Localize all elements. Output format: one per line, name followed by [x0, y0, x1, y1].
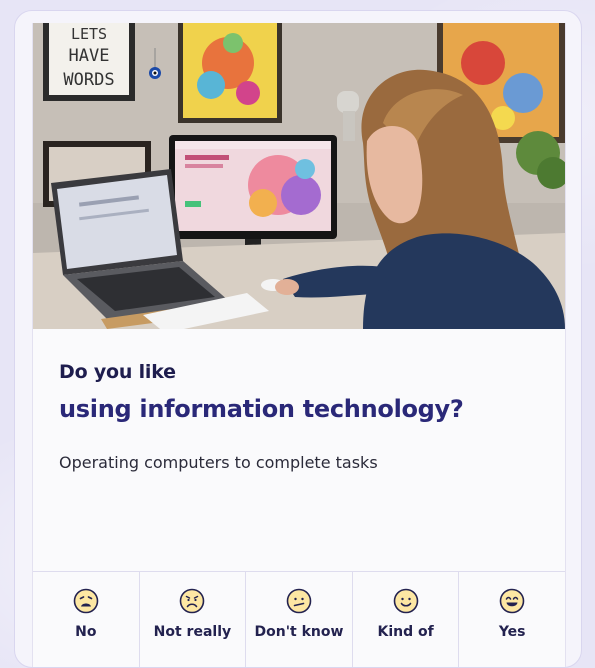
question-card-body: LETS HAVE WORDS Do you like using inform… — [32, 23, 566, 667]
answer-yes-button[interactable]: Yes — [458, 572, 565, 667]
question-subject: using information technology? — [59, 395, 464, 423]
answer-label: Kind of — [377, 624, 434, 640]
question-description: Operating computers to complete tasks — [59, 453, 378, 472]
question-prefix: Do you like — [59, 361, 176, 383]
smile-face-icon — [393, 588, 418, 614]
answer-kind-of-button[interactable]: Kind of — [351, 572, 459, 667]
answer-no-button[interactable]: No — [33, 572, 139, 667]
question-card: LETS HAVE WORDS Do you like using inform… — [14, 10, 582, 668]
grin-face-icon — [499, 588, 525, 614]
answer-label: Yes — [498, 624, 526, 640]
answer-options: No Not really Don't know Kind of Yes — [33, 571, 565, 667]
question-photo: LETS HAVE WORDS — [33, 23, 565, 329]
answer-label: Not really — [153, 624, 232, 640]
sad-face-icon — [180, 588, 205, 614]
neutral-face-icon — [286, 588, 312, 614]
answer-dont-know-button[interactable]: Don't know — [245, 572, 352, 667]
answer-label: Don't know — [254, 624, 344, 640]
answer-label: No — [75, 624, 97, 640]
poster-line-3: WORDS — [63, 70, 114, 90]
poster-line-1: LETS — [71, 25, 107, 43]
poster-line-2: HAVE — [69, 46, 110, 66]
frown-tired-face-icon — [73, 588, 99, 614]
answer-not-really-button[interactable]: Not really — [138, 572, 246, 667]
